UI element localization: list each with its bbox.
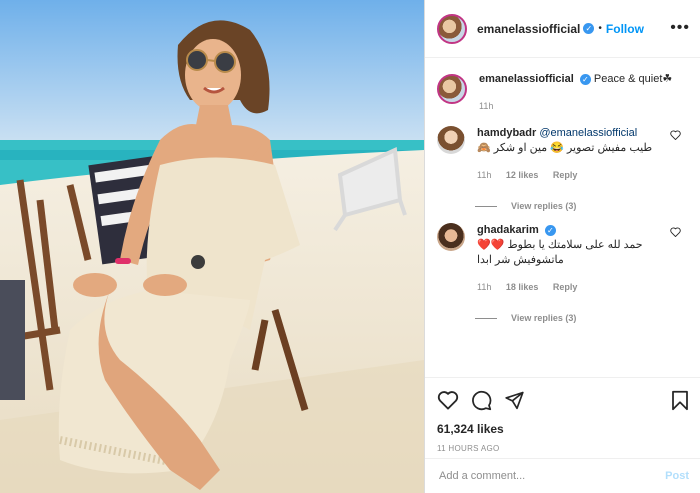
comment-meta: 11h 12 likes Reply [477, 168, 677, 183]
share-icon[interactable] [504, 390, 525, 410]
verified-icon: ✓ [579, 73, 591, 85]
comment-time[interactable]: 11h [477, 282, 491, 292]
commenter-avatar[interactable] [437, 126, 465, 154]
instagram-post-view: emanelassiofficial ✓ • Follow ••• emanel… [0, 0, 700, 493]
heart-icon[interactable] [670, 130, 681, 140]
reply-button[interactable]: Reply [553, 170, 578, 180]
view-replies-button[interactable]: View replies (3) [475, 201, 700, 211]
comment-username[interactable]: ghadakarim [477, 224, 539, 236]
post-sidebar: emanelassiofficial ✓ • Follow ••• emanel… [424, 0, 700, 493]
comment-input[interactable] [437, 469, 666, 483]
comment-item: hamdybadr @emanelassiofficial طيب مفيش ت… [425, 114, 700, 183]
comment-likes[interactable]: 18 likes [506, 282, 539, 292]
caption-time[interactable]: 11h [479, 99, 672, 114]
replies-divider [475, 317, 497, 319]
author-avatar[interactable] [437, 13, 467, 44]
verified-icon: ✓ [583, 23, 595, 34]
verified-icon: ✓ [544, 224, 556, 236]
comment-likes[interactable]: 12 likes [506, 170, 539, 180]
comment-item: ghadakarim ✓ حمد لله على سلامتك يا بطوط … [425, 211, 700, 295]
replies-divider [475, 205, 497, 207]
heart-icon[interactable] [670, 227, 681, 237]
comment-time[interactable]: 11h [477, 170, 491, 180]
post-header: emanelassiofficial ✓ • Follow ••• [425, 0, 700, 58]
add-comment-bar: Post [425, 458, 700, 493]
post-actions: 61,324 likes 11 HOURS AGO [425, 377, 700, 453]
bookmark-icon[interactable] [671, 390, 689, 411]
comment-username[interactable]: hamdybadr [477, 127, 536, 139]
author-username[interactable]: emanelassiofficial [477, 22, 580, 36]
caption-username[interactable]: emanelassiofficial [479, 73, 574, 85]
more-icon[interactable]: ••• [670, 19, 690, 37]
separator-dot: • [598, 23, 602, 34]
commenter-avatar[interactable] [437, 223, 465, 251]
post-comment-button[interactable]: Post [665, 470, 689, 482]
post-timestamp[interactable]: 11 HOURS AGO [437, 444, 689, 453]
post-caption: emanelassiofficial ✓ Peace & quiet☘ 11h [425, 62, 700, 114]
post-photo[interactable] [0, 0, 424, 493]
caption-body: emanelassiofficial ✓ Peace & quiet☘ 11h [479, 72, 672, 114]
caption-avatar[interactable] [437, 74, 467, 104]
comments-list[interactable]: emanelassiofficial ✓ Peace & quiet☘ 11h … [425, 62, 700, 374]
comment-body: hamdybadr @emanelassiofficial طيب مفيش ت… [477, 126, 677, 183]
follow-button[interactable]: Follow [606, 22, 644, 36]
comment-text: طيب مفيش تصوير 😂 مين او شكر 🙈 [477, 142, 653, 154]
comment-text: حمد لله على سلامتك يا بطوط ❤️❤️ ماتشوفيش… [477, 239, 643, 266]
comment-mention[interactable]: @emanelassiofficial [539, 127, 637, 139]
heart-icon[interactable] [437, 390, 459, 410]
view-replies-label: View replies (3) [511, 313, 577, 323]
likes-count[interactable]: 61,324 likes [437, 422, 689, 436]
comment-meta: 11h 18 likes Reply [477, 280, 677, 295]
action-icons [437, 386, 689, 414]
beach-photo-illustration [0, 0, 424, 493]
reply-button[interactable]: Reply [553, 282, 578, 292]
view-replies-label: View replies (3) [511, 201, 577, 211]
caption-text: Peace & quiet☘ [593, 73, 673, 85]
view-replies-button[interactable]: View replies (3) [475, 313, 700, 323]
comment-icon[interactable] [471, 390, 492, 411]
comment-body: ghadakarim ✓ حمد لله على سلامتك يا بطوط … [477, 223, 677, 295]
